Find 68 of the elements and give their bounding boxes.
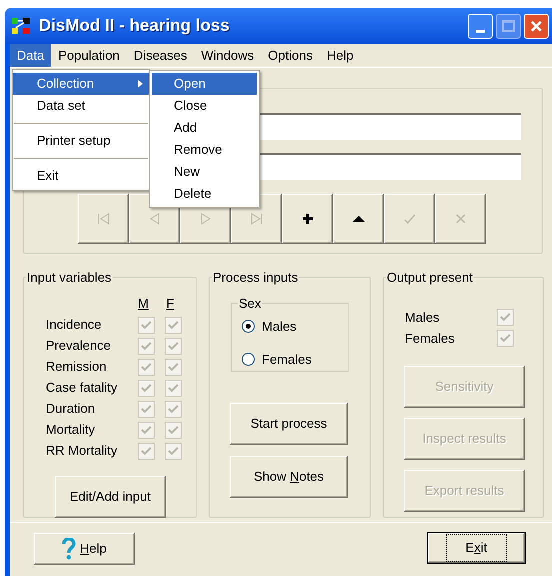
exit-button[interactable]: Exit <box>427 532 526 564</box>
submenu-arrow-icon <box>138 80 143 88</box>
check-mark-icon <box>141 404 152 414</box>
menu-entry[interactable]: Close <box>152 95 257 117</box>
window-title: DisMod II - hearing loss <box>39 15 230 38</box>
menu-entry[interactable]: Add <box>152 117 257 139</box>
radio-button[interactable] <box>242 320 255 334</box>
menu-entry[interactable]: Collection <box>13 73 149 95</box>
check-mark-icon <box>168 446 179 456</box>
menu-entry[interactable]: Printer setup <box>13 130 149 152</box>
menu-entry[interactable]: Data set <box>13 95 149 117</box>
question-mark-icon <box>62 538 76 560</box>
menu-item[interactable]: Diseases <box>126 44 194 67</box>
variable-label: Incidence <box>46 316 103 334</box>
navigator-button[interactable] <box>333 194 384 244</box>
check-mark-icon <box>168 320 179 330</box>
process-button[interactable]: Show Notes <box>230 456 348 498</box>
maximize-button[interactable] <box>496 14 521 38</box>
last-record-icon <box>248 211 264 227</box>
check-mark-icon <box>168 424 179 436</box>
help-button[interactable]: Help <box>34 533 135 565</box>
group-title: Input variables <box>26 269 113 287</box>
first-record-icon <box>96 211 112 227</box>
output-label: Females <box>405 330 456 348</box>
group-title: Output present <box>386 269 474 287</box>
column-header: F <box>166 294 176 312</box>
group-title: Sex <box>238 294 262 312</box>
radio-label: Males <box>262 318 297 336</box>
check-mark-icon <box>500 312 511 323</box>
process-button[interactable]: Start process <box>230 402 348 444</box>
menu-entry[interactable]: Delete <box>152 183 257 205</box>
variable-label: Case fatality <box>46 379 119 398</box>
check-mark-icon <box>141 446 152 456</box>
radio-label: Females <box>262 350 312 368</box>
variable-label: Prevalence <box>46 337 112 356</box>
menu-item[interactable]: Windows <box>194 44 262 67</box>
menu-entry[interactable]: Exit <box>13 165 149 187</box>
close-button[interactable] <box>524 14 549 38</box>
menu-item[interactable]: Options <box>261 44 320 67</box>
output-label: Males <box>405 308 441 327</box>
variable-label: Duration <box>46 400 96 418</box>
check-mark-icon <box>141 362 152 372</box>
navigator-button[interactable] <box>282 194 333 244</box>
menu-entry[interactable]: New <box>152 161 257 183</box>
variable-label: Mortality <box>46 421 96 440</box>
variable-label: Remission <box>46 358 108 376</box>
check-mark-icon <box>141 320 152 330</box>
menu-item[interactable]: Population <box>51 44 127 67</box>
check-mark-icon <box>141 382 152 394</box>
close-icon <box>530 20 543 32</box>
app-icon <box>11 16 31 36</box>
menu-item[interactable]: Help <box>320 44 361 67</box>
check-mark-icon <box>141 340 152 352</box>
edit-add-input-button[interactable]: Edit/Add input <box>55 476 166 518</box>
menu-entry[interactable]: Remove <box>152 139 257 161</box>
check-mark-icon <box>168 404 179 414</box>
radio-button[interactable] <box>242 352 255 366</box>
menu-item[interactable]: Data <box>10 44 52 67</box>
group-title: Process inputs <box>212 269 300 287</box>
minimize-button[interactable] <box>468 14 493 38</box>
menu-entry[interactable]: Open <box>152 73 257 95</box>
variable-label: RR Mortality <box>46 442 119 460</box>
check-mark-icon <box>168 362 179 372</box>
check-mark-icon <box>168 340 179 352</box>
check-mark-icon <box>168 382 179 394</box>
column-header: M <box>137 294 150 312</box>
check-mark-icon <box>141 424 152 436</box>
check-mark-icon <box>500 333 511 344</box>
